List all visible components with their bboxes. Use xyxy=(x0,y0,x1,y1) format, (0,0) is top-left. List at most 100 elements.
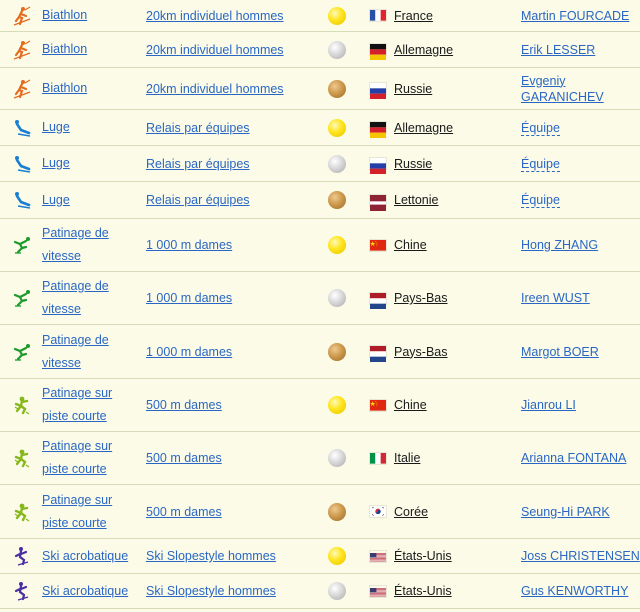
event-cell: Relais par équipes xyxy=(146,157,322,171)
sport-link[interactable]: Patinage de vitesse xyxy=(42,329,134,375)
country-cell: Lettonie xyxy=(370,193,521,211)
event-link[interactable]: 20km individuel hommes xyxy=(146,43,284,57)
athlete-link[interactable]: Evgeniy GARANICHEV xyxy=(521,74,604,104)
sport-link[interactable]: Patinage sur piste courte xyxy=(42,489,134,535)
sport-link[interactable]: Patinage de vitesse xyxy=(42,222,134,268)
country-link[interactable]: États-Unis xyxy=(394,584,452,598)
country-link[interactable]: Allemagne xyxy=(394,43,453,57)
sport-cell: Luge xyxy=(0,116,146,139)
sport-cell: Biathlon xyxy=(0,77,146,100)
event-link[interactable]: Ski Slopestyle hommes xyxy=(146,549,276,563)
athlete-link[interactable]: Gus KENWORTHY xyxy=(521,584,628,598)
medal-cell xyxy=(322,396,370,414)
event-link[interactable]: Ski Slopestyle hommes xyxy=(146,584,276,598)
sport-link[interactable]: Ski acrobatique xyxy=(42,545,134,568)
sport-link[interactable]: Patinage sur piste courte xyxy=(42,382,134,428)
result-row: Luge Relais par équipes Russie Équipe xyxy=(0,146,640,182)
sport-link[interactable]: Luge xyxy=(42,116,134,139)
athlete-link[interactable]: Joss CHRISTENSEN xyxy=(521,549,640,563)
country-link[interactable]: Italie xyxy=(394,451,420,465)
silver-medal-icon xyxy=(328,289,346,307)
sport-link[interactable]: Biathlon xyxy=(42,4,134,27)
country-link[interactable]: Russie xyxy=(394,82,432,96)
country-cell: France xyxy=(370,9,521,23)
country-link[interactable]: Chine xyxy=(394,398,427,412)
event-cell: Ski Slopestyle hommes xyxy=(146,549,322,563)
china-flag-icon xyxy=(370,239,386,251)
sport-cell: Luge xyxy=(0,152,146,175)
event-link[interactable]: 1 000 m dames xyxy=(146,238,232,252)
athlete-link[interactable]: Seung-Hi PARK xyxy=(521,505,610,519)
event-link[interactable]: Relais par équipes xyxy=(146,193,250,207)
sport-link[interactable]: Patinage sur piste courte xyxy=(42,435,134,481)
sport-link[interactable]: Luge xyxy=(42,152,134,175)
sport-link[interactable]: Patinage de vitesse xyxy=(42,275,134,321)
event-link[interactable]: 500 m dames xyxy=(146,451,222,465)
athlete-link[interactable]: Ireen WUST xyxy=(521,291,590,305)
sport-link[interactable]: Ski acrobatique xyxy=(42,580,134,603)
france-flag-icon xyxy=(370,10,386,21)
country-link[interactable]: Chine xyxy=(394,238,427,252)
team-link[interactable]: Équipe xyxy=(521,120,560,136)
team-link[interactable]: Équipe xyxy=(521,193,560,208)
athlete-link[interactable]: Erik LESSER xyxy=(521,43,595,57)
result-row: Patinage de vitesse 1 000 m dames Chine Hon… xyxy=(0,219,640,272)
bronze-medal-icon xyxy=(328,79,346,98)
country-link[interactable]: États-Unis xyxy=(394,549,452,563)
athlete-cell: Hong ZHANG xyxy=(521,237,640,253)
athlete-cell: Joss CHRISTENSEN xyxy=(521,548,640,564)
athlete-link[interactable]: Martin FOURCADE xyxy=(521,9,629,23)
biathlon-icon xyxy=(12,78,32,99)
athlete-cell: Martin FOURCADE xyxy=(521,8,640,24)
country-link[interactable]: Lettonie xyxy=(394,193,438,207)
country-cell: Russie xyxy=(370,157,521,174)
event-cell: 20km individuel hommes xyxy=(146,9,322,23)
athlete-link[interactable]: Arianna FONTANA xyxy=(521,451,626,465)
short-track-icon xyxy=(12,395,32,415)
athlete-link[interactable]: Jianrou LI xyxy=(521,398,576,412)
event-link[interactable]: Relais par équipes xyxy=(146,157,250,171)
event-link[interactable]: 20km individuel hommes xyxy=(146,9,284,23)
country-link[interactable]: Allemagne xyxy=(394,121,453,135)
team-link[interactable]: Équipe xyxy=(521,156,560,172)
event-link[interactable]: Relais par équipes xyxy=(146,121,250,135)
freestyle-ski-icon xyxy=(12,546,32,566)
country-cell: États-Unis xyxy=(370,584,521,598)
sport-link[interactable]: Biathlon xyxy=(42,38,134,61)
result-row: Biathlon 20km individuel hommes Russie Evge… xyxy=(0,68,640,110)
event-link[interactable]: 20km individuel hommes xyxy=(146,82,284,96)
country-link[interactable]: Pays-Bas xyxy=(394,291,448,305)
korea-flag-icon xyxy=(370,506,386,517)
gold-medal-icon xyxy=(328,396,346,414)
speed-skating-icon xyxy=(12,288,32,308)
country-link[interactable]: Corée xyxy=(394,505,428,519)
luge-icon xyxy=(12,118,32,138)
sport-cell: Patinage sur piste courte xyxy=(0,489,146,535)
country-link[interactable]: Pays-Bas xyxy=(394,345,448,359)
biathlon-icon xyxy=(12,39,32,60)
athlete-link[interactable]: Margot BOER xyxy=(521,345,599,359)
event-link[interactable]: 500 m dames xyxy=(146,505,222,519)
country-link[interactable]: France xyxy=(394,9,433,23)
event-link[interactable]: 500 m dames xyxy=(146,398,222,412)
silver-medal-icon xyxy=(328,449,346,467)
athlete-cell: Jianrou LI xyxy=(521,397,640,413)
event-cell: 1 000 m dames xyxy=(146,345,322,359)
event-link[interactable]: 1 000 m dames xyxy=(146,345,232,359)
country-cell: États-Unis xyxy=(370,549,521,563)
sport-link[interactable]: Biathlon xyxy=(42,77,134,100)
netherlands-flag-icon xyxy=(370,346,386,362)
athlete-link[interactable]: Hong ZHANG xyxy=(521,238,598,252)
country-link[interactable]: Russie xyxy=(394,157,432,171)
silver-medal-icon xyxy=(328,582,346,600)
sport-cell: Patinage de vitesse xyxy=(0,222,146,268)
sport-cell: Patinage sur piste courte xyxy=(0,382,146,428)
sport-cell: Biathlon xyxy=(0,4,146,27)
result-row: Luge Relais par équipes Lettonie Équipe xyxy=(0,182,640,219)
event-link[interactable]: 1 000 m dames xyxy=(146,291,232,305)
sport-cell: Ski acrobatique xyxy=(0,580,146,603)
sport-link[interactable]: Luge xyxy=(42,189,134,212)
gold-medal-icon xyxy=(328,236,346,254)
country-cell: Corée xyxy=(370,505,521,519)
gold-medal-icon xyxy=(328,6,346,25)
